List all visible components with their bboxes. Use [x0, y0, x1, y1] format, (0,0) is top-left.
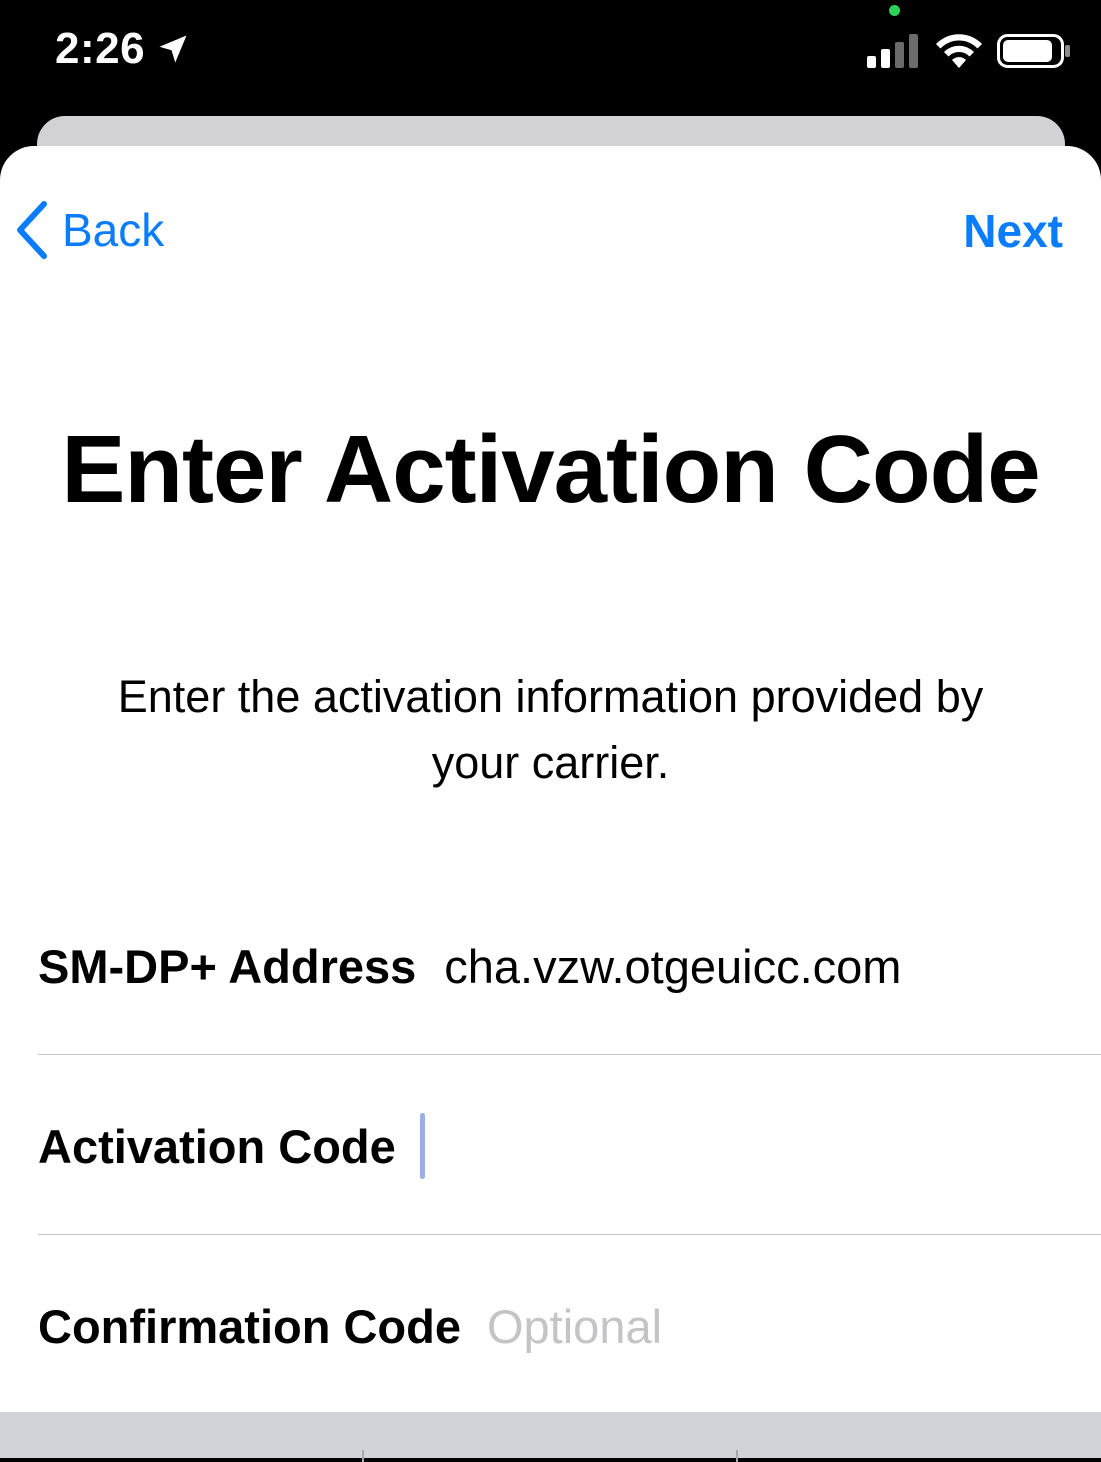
status-right-icons: [867, 34, 1071, 68]
privacy-indicator-dot: [889, 5, 900, 16]
cellular-signal-icon: [867, 34, 918, 68]
page-subtitle: Enter the activation information provide…: [117, 671, 984, 788]
battery-icon: [997, 34, 1070, 68]
activation-code-input[interactable]: [432, 1111, 1101, 1181]
keyboard-area: [0, 1412, 1101, 1462]
back-button[interactable]: Back: [14, 200, 164, 260]
confirmation-code-row[interactable]: Confirmation Code: [38, 1236, 1101, 1416]
status-time-text: 2:26: [55, 24, 146, 73]
smdp-address-row[interactable]: SM-DP+ Address cha.vzw.otgeuicc.com: [38, 876, 1101, 1056]
wifi-icon: [936, 34, 982, 68]
status-bar: 2:26: [0, 0, 1101, 110]
next-button[interactable]: Next: [963, 204, 1063, 258]
keyboard-key-separator: [736, 1450, 738, 1462]
keyboard-key-separator: [362, 1450, 364, 1462]
activation-code-label: Activation Code: [38, 1119, 396, 1173]
chevron-left-icon: [17, 201, 47, 259]
smdp-address-label: SM-DP+ Address: [38, 939, 417, 993]
confirmation-code-input[interactable]: [486, 1291, 1101, 1361]
row-divider: [38, 1054, 1101, 1055]
smdp-address-value[interactable]: cha.vzw.otgeuicc.com: [444, 939, 901, 994]
row-divider: [38, 1234, 1101, 1235]
location-arrow-icon: [159, 35, 187, 63]
status-time: 2:26: [55, 24, 191, 74]
activation-sheet: Back Next Enter Activation Code Enter th…: [0, 146, 1101, 1458]
activation-code-row[interactable]: Activation Code: [38, 1056, 1101, 1236]
back-button-label: Back: [62, 204, 165, 256]
text-cursor: [419, 1113, 425, 1179]
confirmation-code-label: Confirmation Code: [38, 1299, 461, 1353]
page-title: Enter Activation Code: [61, 416, 1040, 523]
